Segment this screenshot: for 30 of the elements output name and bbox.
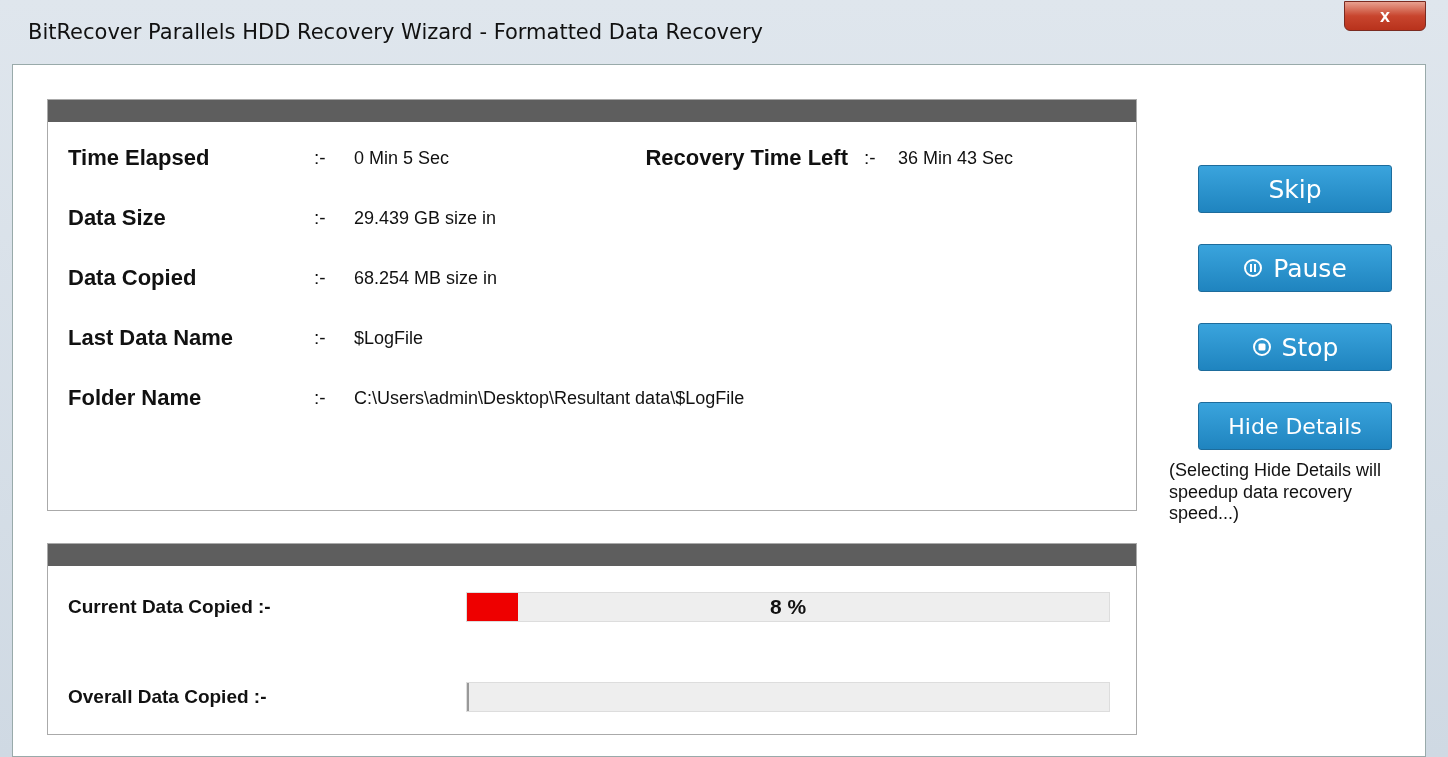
separator: :- [314,207,327,229]
detail-value: 36 Min 43 Sec [898,147,1015,169]
action-button[interactable]: Stop [1198,323,1392,371]
window-title: BitRecover Parallels HDD Recovery Wizard - Formatted Data Recovery [27,20,763,44]
separator: :- [314,267,327,289]
detail-label: Folder Name [68,385,203,411]
detail-value: 68.254 MB size in [354,267,499,289]
pause-icon [1243,258,1264,278]
action-button[interactable]: Pause [1198,244,1392,292]
detail-label: Data Size [68,205,167,231]
hint-text: (Selecting Hide Details will speedup data recovery speed...) [1169,460,1383,525]
separator: :- [314,327,327,349]
detail-label: Time Elapsed [68,145,211,171]
detail-value: $LogFile [354,327,425,349]
detail-value: 0 Min 5 Sec [354,147,451,169]
action-button[interactable]: Hide Details [1198,402,1392,450]
action-button[interactable]: Skip [1198,165,1392,213]
detail-value: 29.439 GB size in [354,207,498,229]
detail-label: Last Data Name [68,325,235,351]
separator: :- [314,147,327,169]
separator: :- [864,147,877,169]
close-button[interactable]: x [1344,1,1426,31]
progress-label: Current Data Copied :- [68,596,272,618]
detail-label: Recovery Time Left [645,145,849,171]
progress-reading: 8 % [769,595,807,619]
detail-value: C:\Users\admin\Desktop\Resultant data\$LogFile [354,387,746,409]
progress-label: Overall Data Copied :- [68,686,268,708]
separator: :- [314,387,327,409]
detail-label: Data Copied [68,265,198,291]
stop-icon [1251,337,1272,357]
